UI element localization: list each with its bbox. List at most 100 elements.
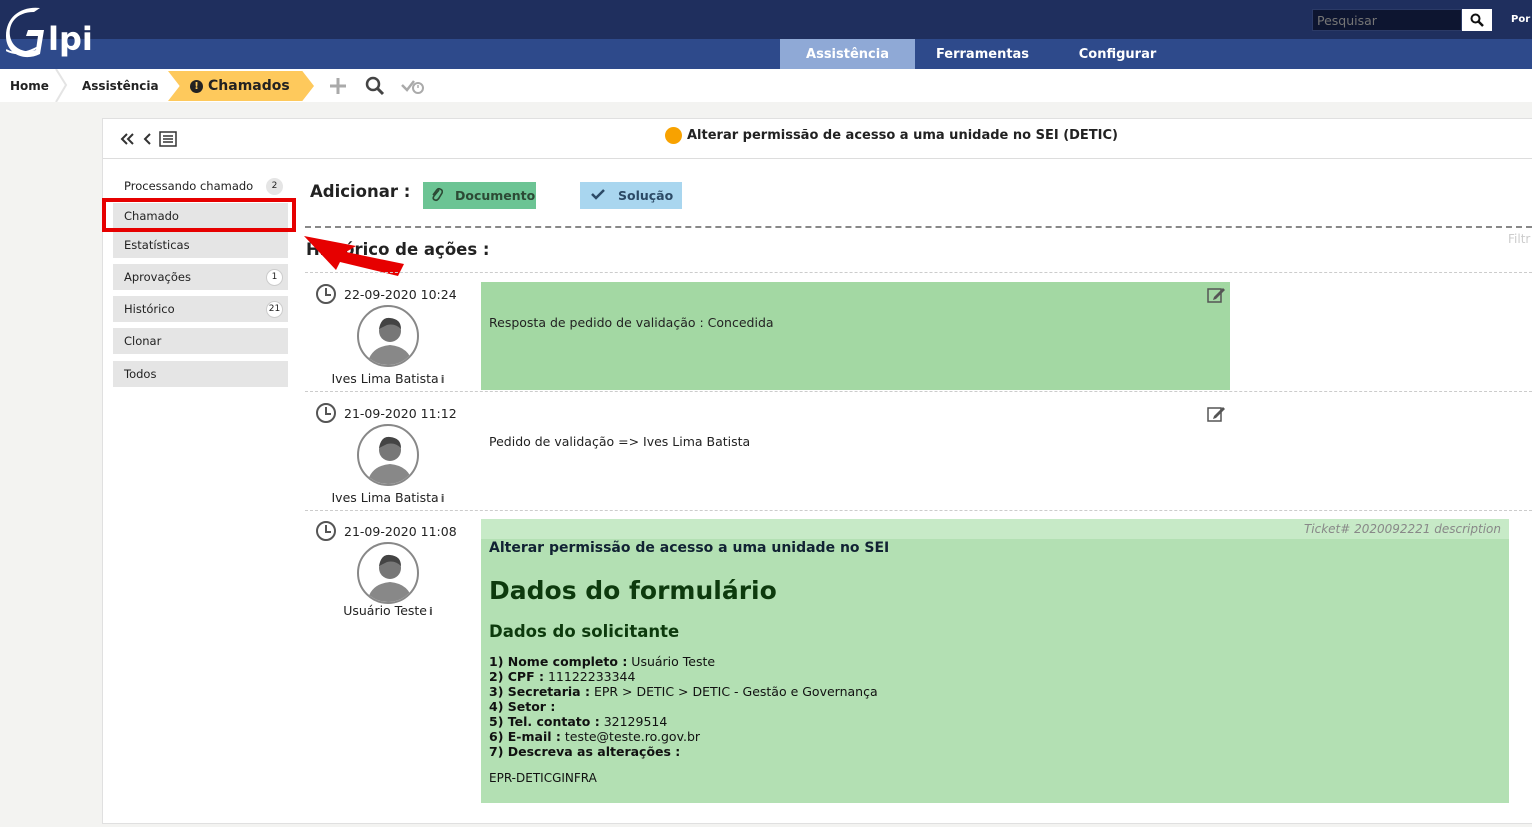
tab-estatisticas[interactable]: Estatísticas bbox=[113, 232, 288, 258]
description-title: Alterar permissão de acesso a uma unidad… bbox=[489, 540, 890, 556]
glpi-logo[interactable]: lpi bbox=[5, 6, 98, 62]
add-solution-label: Solução bbox=[618, 188, 674, 203]
field-label: 3) Secretaria : bbox=[489, 684, 590, 699]
check-icon bbox=[590, 187, 606, 205]
tab-label: Estatísticas bbox=[124, 238, 190, 252]
info-icon[interactable]: i bbox=[441, 492, 445, 505]
form-heading: Dados do formulário bbox=[489, 576, 777, 605]
tab-label: Processando chamado bbox=[124, 179, 254, 193]
entry-author: Ives Lima Batista i bbox=[303, 371, 473, 386]
tab-label: Todos bbox=[124, 367, 157, 381]
tab-aprovacoes[interactable]: Aprovações 1 bbox=[113, 264, 288, 290]
entry-time: 22-09-2020 10:24 bbox=[316, 284, 457, 304]
previous-item-icon[interactable] bbox=[141, 131, 153, 147]
breadcrumb-assistencia[interactable]: Assistência bbox=[82, 69, 159, 102]
validation-answer-box bbox=[481, 282, 1230, 390]
add-document-label: Documento bbox=[455, 188, 536, 203]
tab-clonar[interactable]: Clonar bbox=[113, 328, 288, 354]
main-nav: Assistência Ferramentas Configurar bbox=[780, 39, 1185, 69]
form-field: 3) Secretaria : EPR > DETIC > DETIC - Ge… bbox=[489, 684, 878, 699]
breadcrumb-home[interactable]: Home bbox=[10, 69, 49, 102]
field-label: 6) E-mail : bbox=[489, 729, 561, 744]
add-solution-button[interactable]: Solução bbox=[580, 182, 682, 209]
nav-configurar[interactable]: Configurar bbox=[1050, 39, 1185, 69]
tab-label: Histórico bbox=[124, 302, 175, 316]
avatar bbox=[357, 542, 419, 604]
clock-icon bbox=[316, 403, 336, 423]
form-field: 5) Tel. contato : 32129514 bbox=[489, 714, 878, 729]
field-value: 32129514 bbox=[603, 714, 668, 729]
avatar bbox=[357, 305, 419, 367]
search-icon[interactable] bbox=[364, 75, 386, 97]
tab-count: 1 bbox=[266, 268, 283, 286]
search-icon bbox=[1470, 13, 1484, 27]
ticket-title: Alterar permissão de acesso a uma unidad… bbox=[665, 127, 1118, 144]
ticket-title-text: Alterar permissão de acesso a uma unidad… bbox=[687, 128, 1118, 143]
form-field: 2) CPF : 11122233344 bbox=[489, 669, 878, 684]
info-icon[interactable]: i bbox=[429, 605, 433, 618]
entry-time: 21-09-2020 11:12 bbox=[316, 403, 457, 423]
ticket-navigation bbox=[119, 131, 177, 147]
edit-icon[interactable] bbox=[1206, 285, 1226, 305]
tab-label: Clonar bbox=[124, 334, 162, 348]
plus-icon[interactable] bbox=[327, 75, 349, 97]
language-link[interactable]: Por bbox=[1511, 14, 1530, 25]
entry-author-name[interactable]: Usuário Teste bbox=[343, 603, 427, 618]
list-icon[interactable] bbox=[159, 131, 177, 147]
warning-icon: ! bbox=[190, 79, 203, 93]
filter-link[interactable]: Filtr bbox=[1508, 232, 1530, 246]
top-header: lpi Por Assistência Ferramentas Configur… bbox=[0, 0, 1532, 69]
add-actions: Adicionar : bbox=[310, 182, 426, 201]
form-field: 4) Setor : bbox=[489, 699, 878, 714]
entry-separator bbox=[305, 391, 1532, 392]
entry-text: Resposta de pedido de validação : Conced… bbox=[489, 315, 774, 330]
tab-count: 2 bbox=[266, 177, 283, 195]
entry-time-text: 22-09-2020 10:24 bbox=[344, 286, 457, 302]
entry-author-name[interactable]: Ives Lima Batista bbox=[332, 490, 439, 505]
add-document-button[interactable]: Documento bbox=[423, 182, 536, 209]
paperclip-icon bbox=[431, 186, 444, 206]
form-fields: 1) Nome completo : Usuário Teste 2) CPF … bbox=[489, 654, 878, 759]
entry-author-name[interactable]: Ives Lima Batista bbox=[332, 371, 439, 386]
clock-icon bbox=[316, 284, 336, 304]
field-label: 5) Tel. contato : bbox=[489, 714, 600, 729]
ticket-description-header: Ticket# 2020092221 description bbox=[481, 519, 1509, 539]
description-footer: EPR-DETICGINFRA bbox=[489, 771, 597, 785]
tab-historico[interactable]: Histórico 21 bbox=[113, 296, 288, 322]
nav-assistencia[interactable]: Assistência bbox=[780, 39, 915, 69]
svg-text:lpi: lpi bbox=[48, 20, 93, 58]
entry-text: Pedido de validação => Ives Lima Batista bbox=[489, 434, 751, 449]
add-label: Adicionar : bbox=[310, 182, 411, 201]
avatar bbox=[357, 424, 419, 486]
info-icon[interactable]: i bbox=[441, 373, 445, 386]
breadcrumb: Home Assistência ! Chamados bbox=[0, 69, 1532, 102]
form-field: 7) Descreva as alterações : bbox=[489, 744, 878, 759]
field-label: 7) Descreva as alterações : bbox=[489, 744, 681, 759]
ticket-description-label: Ticket# 2020092221 description bbox=[1303, 522, 1501, 536]
tab-todos[interactable]: Todos bbox=[113, 361, 288, 387]
check-clock-icon[interactable] bbox=[400, 75, 426, 97]
breadcrumb-separator bbox=[55, 69, 68, 102]
field-value: 11122233344 bbox=[547, 669, 636, 684]
tab-processando-chamado[interactable]: Processando chamado 2 bbox=[113, 173, 288, 199]
tab-label: Aprovações bbox=[124, 270, 191, 284]
breadcrumb-chamados[interactable]: ! Chamados bbox=[168, 71, 314, 101]
tab-count: 21 bbox=[266, 300, 283, 318]
field-label: 4) Setor : bbox=[489, 699, 556, 714]
form-field: 1) Nome completo : Usuário Teste bbox=[489, 654, 878, 669]
search-input[interactable] bbox=[1312, 9, 1462, 31]
edit-icon[interactable] bbox=[1206, 404, 1226, 424]
field-value: Usuário Teste bbox=[631, 654, 716, 669]
divider bbox=[305, 226, 1532, 228]
first-item-icon[interactable] bbox=[119, 131, 135, 147]
field-value: EPR > DETIC > DETIC - Gestão e Governanç… bbox=[593, 684, 878, 699]
nav-stripe bbox=[0, 39, 1532, 69]
entry-author: Ives Lima Batista i bbox=[303, 490, 473, 505]
field-value: teste@teste.ro.gov.br bbox=[564, 729, 701, 744]
highlight-annotation bbox=[102, 198, 296, 232]
nav-ferramentas[interactable]: Ferramentas bbox=[915, 39, 1050, 69]
field-label: 2) CPF : bbox=[489, 669, 544, 684]
requester-heading: Dados do solicitante bbox=[489, 622, 680, 641]
search-button[interactable] bbox=[1462, 9, 1492, 31]
form-field: 6) E-mail : teste@teste.ro.gov.br bbox=[489, 729, 878, 744]
